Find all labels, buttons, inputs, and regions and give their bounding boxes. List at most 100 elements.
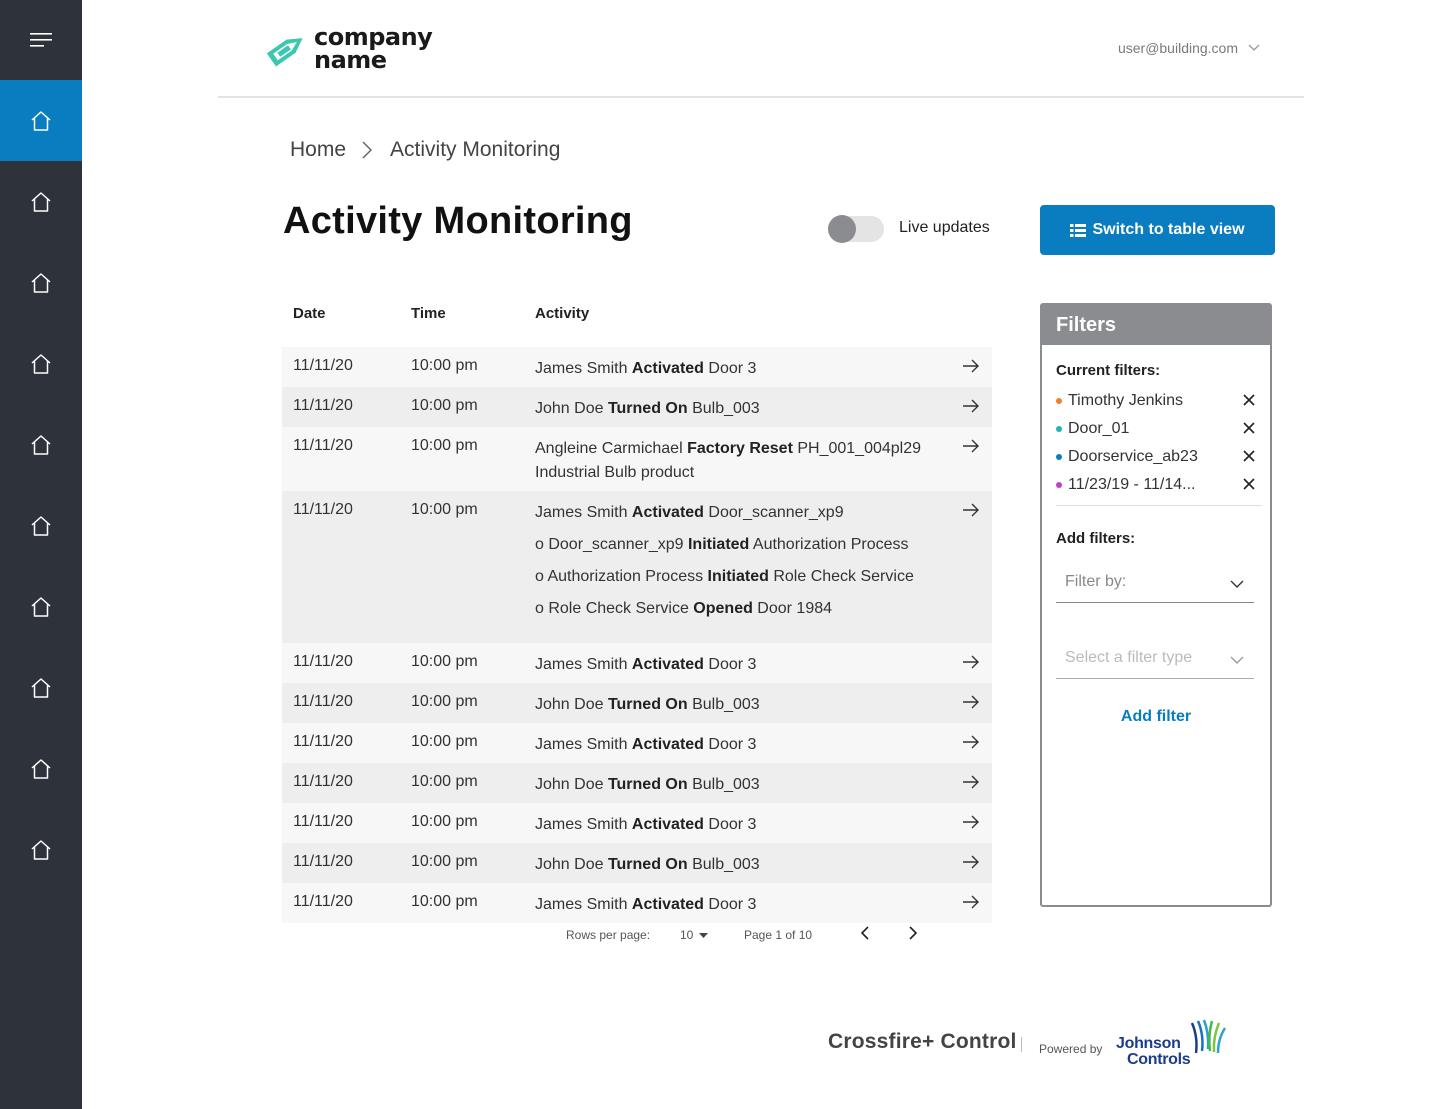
user-menu[interactable]: user@building.com xyxy=(1118,40,1260,56)
current-filters-label: Current filters: xyxy=(1056,362,1161,379)
switch-to-table-view-button[interactable]: Switch to table view xyxy=(1040,205,1275,255)
logo-text-line2: name xyxy=(314,46,387,74)
next-page-button[interactable] xyxy=(908,926,918,943)
home-icon xyxy=(31,677,51,698)
remove-filter-close-icon[interactable] xyxy=(1242,421,1256,440)
product-name: Crossfire+ Control xyxy=(828,1030,1017,1053)
arrow-right-icon[interactable] xyxy=(962,855,980,874)
arrow-right-icon[interactable] xyxy=(962,399,980,418)
sidebar-item-6[interactable] xyxy=(0,485,82,566)
arrow-right-icon[interactable] xyxy=(962,815,980,834)
johnson-controls-logo-text: Johnson Controls xyxy=(1116,1036,1191,1068)
table-row[interactable]: 11/11/20 10:00 pm John Doe Turned On Bulb_… xyxy=(282,387,992,427)
home-icon xyxy=(31,353,51,374)
activity-table-body: 11/11/20 10:00 pm James Smith Activated Do… xyxy=(282,347,992,923)
cell-date: 11/11/20 xyxy=(293,813,353,830)
filters-title: Filters xyxy=(1042,305,1270,345)
add-filter-button[interactable]: Add filter xyxy=(1042,708,1270,726)
chevron-right-icon xyxy=(362,141,373,159)
live-updates-toggle[interactable] xyxy=(828,215,884,243)
cell-time: 10:00 pm xyxy=(411,733,478,750)
filter-by-placeholder: Filter by: xyxy=(1065,573,1127,590)
table-row[interactable]: 11/11/20 10:00 pm James Smith Activated Do… xyxy=(282,491,992,643)
chevron-right-icon xyxy=(909,926,918,940)
activity-text: James Smith Activated Door 3 xyxy=(535,736,757,753)
sidebar-item-5[interactable] xyxy=(0,404,82,485)
toggle-knob xyxy=(828,215,856,243)
activity-text: John Doe Turned On Bulb_003 xyxy=(535,696,760,713)
arrow-right-icon[interactable] xyxy=(962,695,980,714)
column-header-activity: Activity xyxy=(535,305,590,322)
sidebar-item-4[interactable] xyxy=(0,323,82,404)
filter-name: 11/23/19 - 11/14... xyxy=(1068,476,1196,493)
arrow-right-icon[interactable] xyxy=(962,775,980,794)
arrow-right-icon[interactable] xyxy=(962,359,980,378)
live-updates-label: Live updates xyxy=(899,219,990,236)
table-row[interactable]: 11/11/20 10:00 pm James Smith Activated Do… xyxy=(282,803,992,843)
table-row[interactable]: 11/11/20 10:00 pm John Doe Turned On Bulb_… xyxy=(282,843,992,883)
add-filters-label: Add filters: xyxy=(1056,530,1136,547)
sidebar-item-3[interactable] xyxy=(0,242,82,323)
cell-time: 10:00 pm xyxy=(411,397,478,414)
cell-activity: James Smith Activated Door 3 xyxy=(535,733,955,757)
arrow-right-icon[interactable] xyxy=(962,655,980,674)
filters-divider xyxy=(1056,505,1262,506)
filter-type-placeholder: Select a filter type xyxy=(1065,649,1193,666)
table-row[interactable]: 11/11/20 10:00 pm John Doe Turned On Bulb_… xyxy=(282,763,992,803)
cell-time: 10:00 pm xyxy=(411,437,478,454)
remove-filter-close-icon[interactable] xyxy=(1242,393,1256,412)
rows-per-page-value: 10 xyxy=(680,928,694,942)
sidebar-item-7[interactable] xyxy=(0,566,82,647)
sidebar xyxy=(0,0,82,1109)
activity-text: John Doe Turned On Bulb_003 xyxy=(535,400,760,417)
breadcrumb: Home Activity Monitoring xyxy=(290,138,560,162)
company-logo[interactable]: company name xyxy=(262,24,433,74)
table-row[interactable]: 11/11/20 10:00 pm James Smith Activated Do… xyxy=(282,723,992,763)
filter-type-select[interactable]: Select a filter type xyxy=(1056,643,1254,679)
activity-text: John Doe Turned On Bulb_003 xyxy=(535,856,760,873)
cell-date: 11/11/20 xyxy=(293,693,353,710)
cell-time: 10:00 pm xyxy=(411,813,478,830)
cell-time: 10:00 pm xyxy=(411,773,478,790)
table-row[interactable]: 11/11/20 10:00 pm Angleine Carmichael Fact… xyxy=(282,427,992,491)
breadcrumb-current: Activity Monitoring xyxy=(390,138,561,161)
chevron-down-icon xyxy=(1248,44,1260,51)
current-filter-item: 11/23/19 - 11/14... xyxy=(1056,473,1256,497)
table-row[interactable]: 11/11/20 10:00 pm James Smith Activated Do… xyxy=(282,883,992,923)
arrow-right-icon[interactable] xyxy=(962,735,980,754)
sidebar-item-8[interactable] xyxy=(0,647,82,728)
home-icon xyxy=(31,758,51,779)
sidebar-item-10[interactable] xyxy=(0,809,82,890)
column-header-date: Date xyxy=(293,305,326,322)
arrow-right-icon[interactable] xyxy=(962,503,980,522)
chevron-down-icon xyxy=(1230,656,1244,664)
table-row[interactable]: 11/11/20 10:00 pm John Doe Turned On Bulb_… xyxy=(282,683,992,723)
johnson-controls-logo-icon xyxy=(1190,1019,1227,1054)
cell-date: 11/11/20 xyxy=(293,853,353,870)
remove-filter-close-icon[interactable] xyxy=(1242,477,1256,496)
table-row[interactable]: 11/11/20 10:00 pm James Smith Activated Do… xyxy=(282,347,992,387)
breadcrumb-home[interactable]: Home xyxy=(290,138,346,162)
rows-per-page-select[interactable]: 10 xyxy=(680,928,709,942)
cell-date: 11/11/20 xyxy=(293,893,353,910)
remove-filter-close-icon[interactable] xyxy=(1242,449,1256,468)
cell-date: 11/11/20 xyxy=(293,397,353,414)
hamburger-menu-button[interactable] xyxy=(0,0,82,80)
cell-activity: John Doe Turned On Bulb_003 xyxy=(535,853,955,877)
arrow-right-icon[interactable] xyxy=(962,439,980,458)
sidebar-item-2[interactable] xyxy=(0,161,82,242)
home-icon xyxy=(31,434,51,455)
filter-by-select[interactable]: Filter by: xyxy=(1056,567,1254,603)
cell-time: 10:00 pm xyxy=(411,693,478,710)
table-row[interactable]: 11/11/20 10:00 pm James Smith Activated Do… xyxy=(282,643,992,683)
sidebar-item-1[interactable] xyxy=(0,80,82,161)
home-icon xyxy=(31,515,51,536)
filters-panel: Filters Current filters: Timothy Jenkins… xyxy=(1040,303,1272,907)
filter-color-dot xyxy=(1056,482,1062,488)
previous-page-button[interactable] xyxy=(860,926,870,943)
arrow-right-icon[interactable] xyxy=(962,895,980,914)
header-divider xyxy=(218,96,1304,98)
sidebar-item-9[interactable] xyxy=(0,728,82,809)
cell-time: 10:00 pm xyxy=(411,501,478,518)
home-icon xyxy=(31,272,51,293)
